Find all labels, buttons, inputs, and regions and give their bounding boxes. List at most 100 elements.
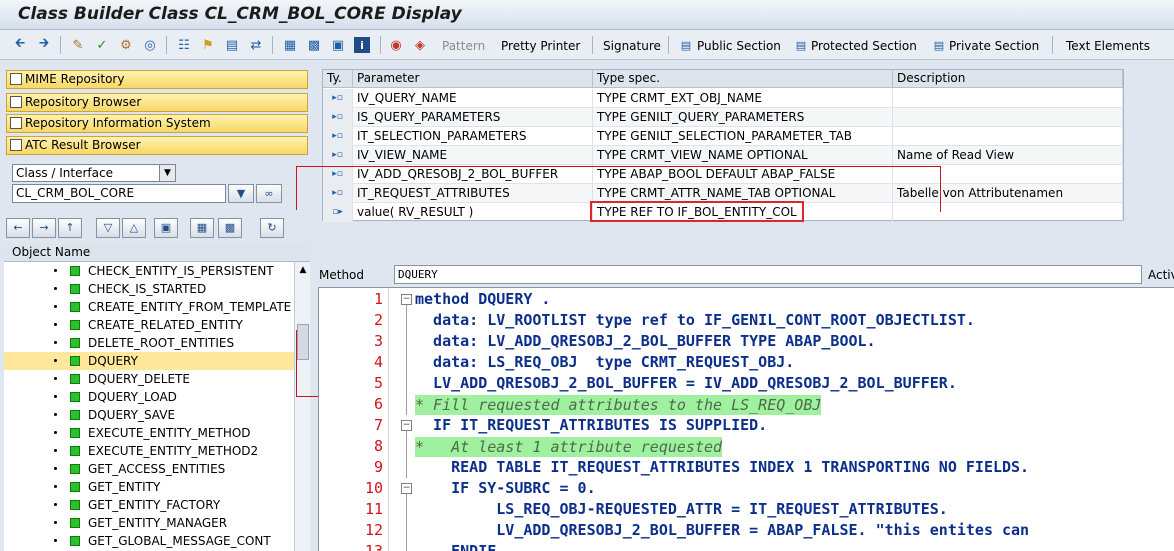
tree-item[interactable]: CREATE_ENTITY_FROM_TEMPLATE xyxy=(4,298,294,316)
code-line[interactable]: method DQUERY . xyxy=(415,289,550,310)
tree-structure-icon[interactable]: ▦ xyxy=(190,218,214,238)
tree-item[interactable]: GET_ENTITY xyxy=(4,478,294,496)
next-object-icon[interactable]: → xyxy=(32,218,56,238)
method-name-input[interactable]: DQUERY xyxy=(394,265,1142,284)
code-editor[interactable]: 1 2 3 4 5 6 7 8 9 10 11 12 13 − − − meth… xyxy=(318,287,1174,551)
scroll-up-icon[interactable]: ▲ xyxy=(295,262,311,278)
info-icon[interactable]: i xyxy=(354,37,370,53)
tree-item[interactable]: CHECK_IS_STARTED xyxy=(4,280,294,298)
pretty-printer-button[interactable]: Pretty Printer xyxy=(501,39,580,53)
method-status-icon xyxy=(70,464,80,474)
mime-repository-button[interactable]: MIME Repository xyxy=(6,70,308,89)
method-status-icon xyxy=(70,410,80,420)
tree-bullet xyxy=(54,485,57,488)
refresh-icon[interactable]: ↻ xyxy=(260,218,284,238)
fold-toggle-icon[interactable]: − xyxy=(401,420,412,431)
pattern-button[interactable]: Pattern xyxy=(442,39,485,53)
atc-result-browser-icon xyxy=(10,139,22,151)
public-section-button[interactable]: Public Section xyxy=(697,39,781,53)
code-line[interactable]: data: LS_REQ_OBJ type CRMT_REQUEST_OBJ. xyxy=(415,352,794,373)
scrollbar-thumb[interactable] xyxy=(297,324,309,360)
tree-item[interactable]: GET_ENTITY_FACTORY xyxy=(4,496,294,514)
tree-item[interactable]: DELETE_ROOT_ENTITIES xyxy=(4,334,294,352)
signature-button[interactable]: Signature xyxy=(603,39,661,53)
tree-item[interactable]: EXECUTE_ENTITY_METHOD xyxy=(4,424,294,442)
table-row[interactable]: ▸▫ IV_ADD_QRESOBJ_2_BOL_BUFFER TYPE ABAP_B… xyxy=(323,165,1123,184)
tree-bullet xyxy=(54,503,57,506)
code-line[interactable]: ENDIF xyxy=(415,541,496,551)
forward-arrow-icon[interactable]: 🡲 xyxy=(36,36,52,53)
table-row[interactable]: ▸▫ IV_VIEW_NAME TYPE CRMT_VIEW_NAME OPTION… xyxy=(323,146,1123,165)
private-section-button[interactable]: Private Section xyxy=(949,39,1039,53)
expand-icon[interactable]: △ xyxy=(122,218,146,238)
code-line[interactable]: data: LV_ROOTLIST type ref to IF_GENIL_C… xyxy=(415,310,975,331)
binoculars-icon[interactable]: ▣ xyxy=(154,218,178,238)
atc-result-browser-button[interactable]: ATC Result Browser xyxy=(6,136,308,155)
importing-param-icon: ▸▫ xyxy=(323,184,353,203)
protected-section-button[interactable]: Protected Section xyxy=(811,39,917,53)
tree-item[interactable]: DQUERY_LOAD xyxy=(4,388,294,406)
chevron-down-icon[interactable]: ▼ xyxy=(159,165,175,181)
object-type-value: Class / Interface xyxy=(16,166,113,180)
display-glasses-icon[interactable]: ∞ xyxy=(256,184,282,203)
collapse-icon[interactable]: ▽ xyxy=(96,218,120,238)
tree-item[interactable]: GET_ENTITY_MANAGER xyxy=(4,514,294,532)
where-used-icon[interactable]: ☷ xyxy=(176,37,192,53)
fold-toggle-icon[interactable]: − xyxy=(401,483,412,494)
returning-param-icon: ▫▸ xyxy=(323,203,353,222)
breakpoint-icon[interactable]: ▩ xyxy=(306,37,322,53)
table-row[interactable]: ▸▫ IV_QUERY_NAME TYPE CRMT_EXT_OBJ_NAME xyxy=(323,89,1123,108)
repository-browser-button[interactable]: Repository Browser xyxy=(6,93,308,112)
code-comment-line[interactable]: * At least 1 attribute requested xyxy=(415,437,723,457)
tree-item[interactable]: CHECK_ENTITY_IS_PERSISTENT xyxy=(4,262,294,280)
set-breakpoint-icon[interactable]: ◉ xyxy=(388,37,404,53)
code-line[interactable]: LS_REQ_OBJ-REQUESTED_ATTR = IT_REQUEST_A… xyxy=(415,499,948,520)
method-status-icon xyxy=(70,446,80,456)
fold-toggle-icon[interactable]: − xyxy=(401,294,412,305)
tree-item[interactable]: GET_GLOBAL_MESSAGE_CONT xyxy=(4,532,294,550)
tree-item-label: DELETE_ROOT_ENTITIES xyxy=(88,336,235,350)
method-status-icon xyxy=(70,536,80,546)
tree-item[interactable]: CREATE_RELATED_ENTITY xyxy=(4,316,294,334)
back-arrow-icon[interactable]: 🡰 xyxy=(12,36,28,53)
tree-item[interactable]: DQUERY_SAVE xyxy=(4,406,294,424)
check-icon[interactable]: ✓ xyxy=(94,37,110,53)
test-icon[interactable]: ◎ xyxy=(142,37,158,53)
text-elements-button[interactable]: Text Elements xyxy=(1066,39,1150,53)
code-line[interactable]: IF IT_REQUEST_ATTRIBUTES IS SUPPLIED. xyxy=(415,415,767,436)
object-name-input[interactable]: CL_CRM_BOL_CORE xyxy=(12,184,226,203)
table-row[interactable]: ▸▫ IS_QUERY_PARAMETERS TYPE GENILT_QUERY_P… xyxy=(323,108,1123,127)
tree-item[interactable]: DQUERY_DELETE xyxy=(4,370,294,388)
object-name-dropdown-button[interactable]: ▼ xyxy=(228,184,254,203)
edit-pencil-icon[interactable]: ✎ xyxy=(70,37,86,53)
activate-icon[interactable]: ⚙ xyxy=(118,37,134,53)
object-name-value: CL_CRM_BOL_CORE xyxy=(16,186,135,200)
code-line[interactable]: data: LV_ADD_QRESOBJ_2_BOL_BUFFER TYPE A… xyxy=(415,331,876,352)
code-line[interactable]: LV_ADD_QRESOBJ_2_BOL_BUFFER = ABAP_FALSE… xyxy=(415,520,1029,541)
enhance-icon[interactable]: ⇄ xyxy=(248,37,264,53)
local-menu-icon[interactable]: ▩ xyxy=(218,218,242,238)
tree-item-label: DQUERY_DELETE xyxy=(88,372,190,386)
code-line[interactable]: READ TABLE IT_REQUEST_ATTRIBUTES INDEX 1… xyxy=(415,457,1029,478)
up-one-level-icon[interactable]: ↑ xyxy=(58,218,82,238)
navigation-window-icon[interactable]: ▤ xyxy=(224,37,240,53)
object-type-select[interactable]: Class / Interface ▼ xyxy=(12,164,176,182)
layout-icon[interactable]: ▣ xyxy=(330,37,346,53)
method-status-icon xyxy=(70,500,80,510)
tree-column-header: Object Name xyxy=(4,244,310,262)
tree-item-selected[interactable]: DQUERY xyxy=(4,352,294,370)
code-comment-line[interactable]: * Fill requested attributes to the LS_RE… xyxy=(415,395,822,415)
previous-object-icon[interactable]: ← xyxy=(6,218,30,238)
toolbar-separator xyxy=(380,36,381,54)
code-line[interactable]: IF SY-SUBRC = 0. xyxy=(415,478,596,499)
display-object-list-icon[interactable]: ⚑ xyxy=(200,37,216,53)
repository-information-system-button[interactable]: Repository Information System xyxy=(6,114,308,133)
code-line[interactable]: LV_ADD_QRESOBJ_2_BOL_BUFFER = IV_ADD_QRE… xyxy=(415,373,957,394)
hierarchy-icon[interactable]: ▦ xyxy=(282,37,298,53)
table-row[interactable]: ▸▫ IT_SELECTION_PARAMETERS TYPE GENILT_SEL… xyxy=(323,127,1123,146)
tree-item[interactable]: EXECUTE_ENTITY_METHOD2 xyxy=(4,442,294,460)
session-breakpoint-icon[interactable]: ◈ xyxy=(412,37,428,53)
tree-item[interactable]: GET_ACCESS_ENTITIES xyxy=(4,460,294,478)
type-spec-column-header: Type spec. xyxy=(593,70,893,88)
tree-scrollbar[interactable]: ▲ xyxy=(294,262,310,551)
